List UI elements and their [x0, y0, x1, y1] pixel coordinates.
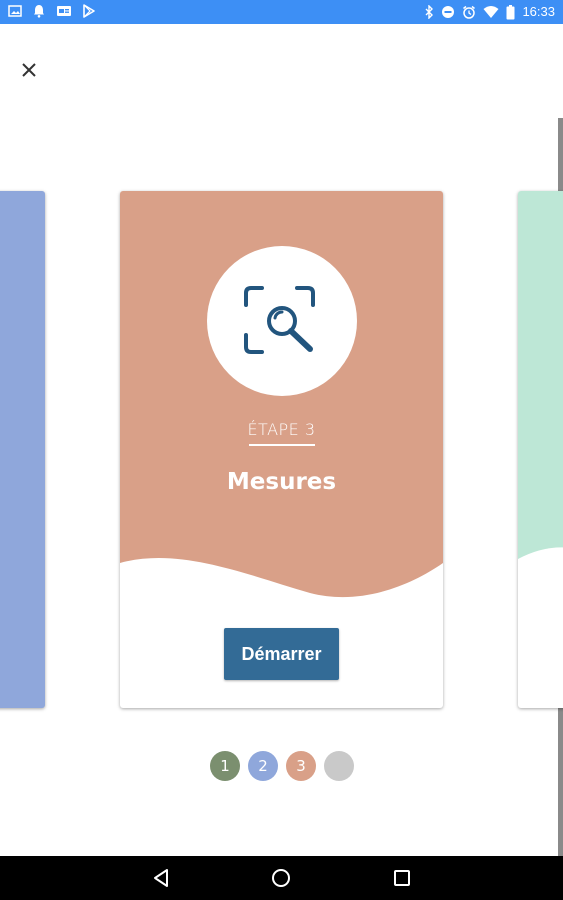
card-step-3: ÉTAPE 3 Mesures Démarrer — [120, 191, 443, 708]
back-icon — [152, 868, 170, 888]
card-step-4-header — [518, 191, 563, 559]
card-step-4-peek[interactable] — [518, 191, 563, 708]
home-icon — [271, 868, 291, 888]
bluetooth-icon — [424, 5, 434, 19]
close-icon — [22, 63, 36, 77]
step-number-label: ÉTAPE 3 — [247, 420, 316, 439]
card-step-2-peek[interactable] — [0, 191, 45, 708]
do-not-disturb-icon — [441, 5, 455, 19]
gallery-icon — [8, 4, 22, 18]
notification-bell-icon — [32, 4, 46, 18]
wifi-icon — [483, 5, 499, 19]
step-icon-circle — [207, 246, 357, 396]
step-label-underline — [249, 444, 315, 446]
status-bar: 16:33 — [0, 0, 563, 24]
play-store-icon — [82, 4, 96, 18]
pagination-dot-1[interactable]: 1 — [210, 751, 240, 781]
start-button[interactable]: Démarrer — [224, 628, 339, 680]
back-button[interactable] — [148, 866, 174, 890]
card-icon — [56, 4, 72, 18]
card-step-4-wave — [518, 547, 563, 601]
navigation-bar — [0, 856, 563, 900]
home-button[interactable] — [268, 866, 294, 890]
carousel-pagination: 1 2 3 — [210, 751, 354, 781]
pagination-dot-2[interactable]: 2 — [248, 751, 278, 781]
pagination-dot-4[interactable] — [324, 751, 354, 781]
measure-scan-icon — [242, 285, 322, 357]
battery-icon — [506, 4, 515, 20]
step-title: Mesures — [226, 469, 337, 495]
close-button[interactable] — [14, 55, 44, 85]
clock-time: 16:33 — [522, 4, 555, 19]
recents-button[interactable] — [389, 866, 415, 890]
pagination-dot-3[interactable]: 3 — [286, 751, 316, 781]
alarm-icon — [462, 5, 476, 19]
recents-icon — [393, 869, 411, 887]
